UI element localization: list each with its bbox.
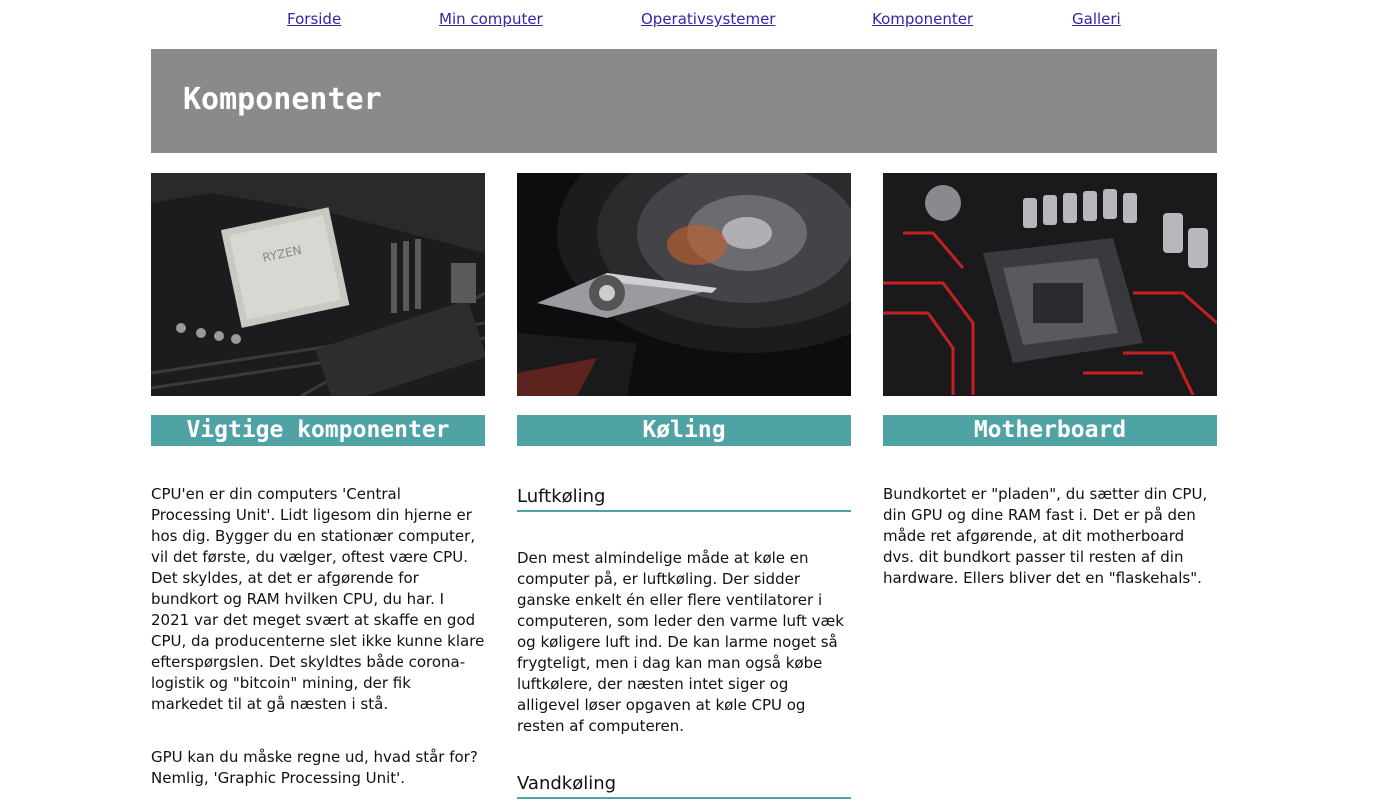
nav-link-forside[interactable]: Forside <box>287 10 341 28</box>
column-title: Motherboard <box>883 415 1217 446</box>
column-koeling: Køling Luftkøling Den mest almindelige m… <box>517 173 851 799</box>
column-motherboard: Motherboard Bundkortet er "pladen", du s… <box>883 173 1217 589</box>
subheading-luftkoeling: Luftkøling <box>517 486 851 512</box>
paragraph-luftkoeling: Den mest almindelige måde at køle en com… <box>517 549 844 735</box>
column-vigtige-komponenter: RYZEN Vigtige komponenter CPU'en er din … <box>151 173 485 789</box>
hard-drive-photo <box>517 173 851 396</box>
nav-link-min-computer[interactable]: Min computer <box>439 10 543 28</box>
page-title: Komponenter <box>183 82 382 117</box>
cpu-motherboard-photo: RYZEN <box>151 173 485 396</box>
paragraph-gpu: GPU kan du måske regne ud, hvad står for… <box>151 748 478 787</box>
column-title: Køling <box>517 415 851 446</box>
page-banner: Komponenter <box>151 49 1217 153</box>
nav-link-operativsystemer[interactable]: Operativsystemer <box>641 10 775 28</box>
motherboard-socket-photo <box>883 173 1217 396</box>
subheading-vandkoeling: Vandkøling <box>517 773 851 799</box>
column-title: Vigtige komponenter <box>151 415 485 446</box>
paragraph-motherboard: Bundkortet er "pladen", du sætter din CP… <box>883 485 1208 587</box>
top-nav: Forside Min computer Operativsystemer Ko… <box>0 0 1376 40</box>
nav-link-komponenter[interactable]: Komponenter <box>872 10 973 28</box>
paragraph-cpu: CPU'en er din computers 'Central Process… <box>151 485 485 713</box>
nav-link-galleri[interactable]: Galleri <box>1072 10 1121 28</box>
